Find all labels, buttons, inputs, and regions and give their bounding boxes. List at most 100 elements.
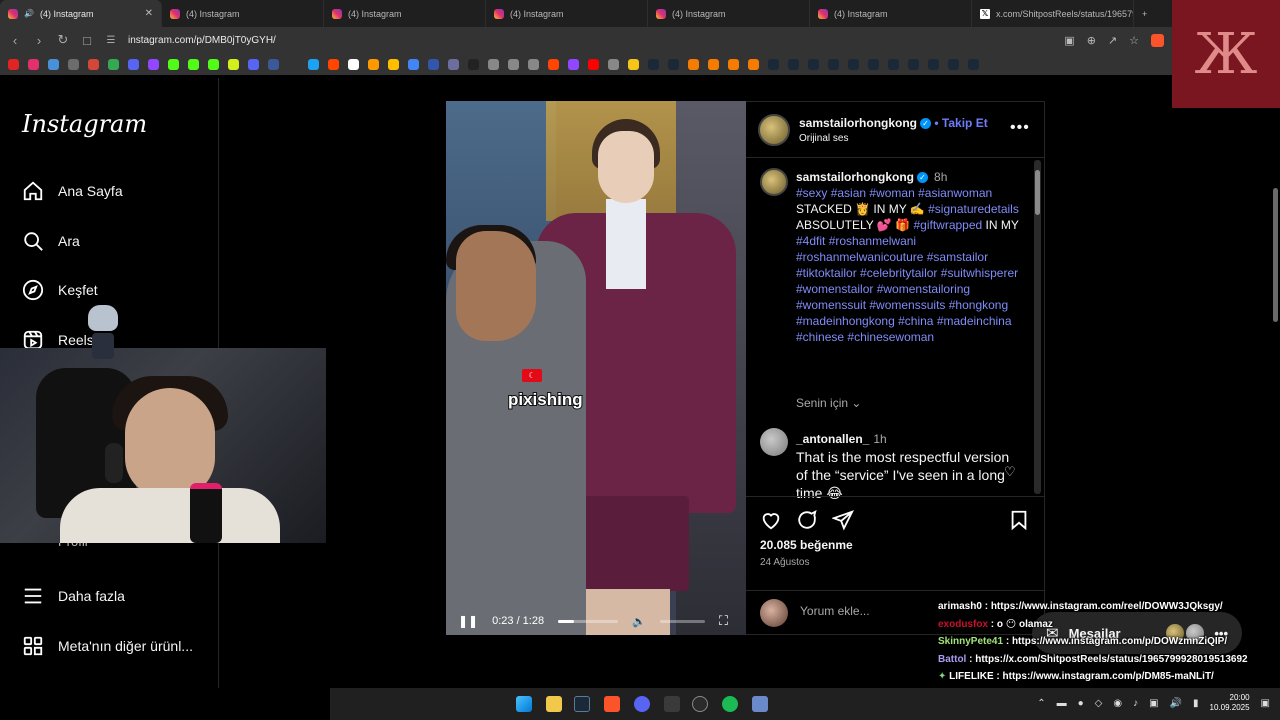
bookmark-favicon-icon[interactable] — [408, 58, 419, 70]
comment-like-icon[interactable]: ♡ — [1004, 464, 1016, 480]
commenter-avatar[interactable] — [760, 428, 788, 456]
nav-meta-products[interactable]: Meta'nın diğer ürünl... — [22, 635, 193, 657]
bookmark-favicon-icon[interactable] — [288, 58, 299, 70]
page-scrollbar[interactable] — [1272, 78, 1280, 323]
bookmark-favicon-icon[interactable] — [908, 58, 919, 70]
zoom-icon[interactable]: ⊕ — [1087, 34, 1096, 47]
bookmark-favicon-icon[interactable] — [768, 58, 779, 70]
spotify-icon[interactable] — [722, 696, 738, 712]
bookmark-favicon-icon[interactable] — [348, 58, 359, 70]
bookmark-favicon-icon[interactable] — [268, 58, 279, 70]
bookmark-favicon-icon[interactable] — [708, 58, 719, 70]
bookmark-favicon-icon[interactable] — [888, 58, 899, 70]
browser-tab[interactable]: 𝕏x.com/ShitpostReels/status/1965799 — [972, 0, 1134, 27]
bookmark-favicon-icon[interactable] — [188, 58, 199, 70]
bookmark-favicon-icon[interactable] — [248, 58, 259, 70]
tray-app-icon[interactable]: ● — [1078, 698, 1084, 709]
bookmark-favicon-icon[interactable] — [828, 58, 839, 70]
browser-tab[interactable]: (4) Instagram — [648, 0, 810, 27]
scrollbar-thumb[interactable] — [1035, 170, 1040, 215]
forward-icon[interactable]: › — [32, 33, 46, 48]
bookmark-favicon-icon[interactable] — [748, 58, 759, 70]
bookmark-favicon-icon[interactable] — [48, 58, 59, 70]
bookmark-favicon-icon[interactable] — [488, 58, 499, 70]
nav-search[interactable]: Ara — [22, 230, 80, 252]
chevron-up-icon[interactable]: ⌃ — [1037, 698, 1045, 709]
bookmark-favicon-icon[interactable] — [548, 58, 559, 70]
bookmark-favicon-icon[interactable] — [648, 58, 659, 70]
bookmark-favicon-icon[interactable] — [588, 58, 599, 70]
audio-label[interactable]: Orijinal ses — [799, 133, 848, 144]
caption-author[interactable]: samstailorhongkong — [796, 170, 914, 184]
nav-more[interactable]: Daha fazla — [22, 585, 125, 607]
bookmark-favicon-icon[interactable] — [468, 58, 479, 70]
bookmark-favicon-icon[interactable] — [788, 58, 799, 70]
nav-home[interactable]: Ana Sayfa — [22, 180, 123, 202]
bookmark-favicon-icon[interactable] — [448, 58, 459, 70]
bookmark-favicon-icon[interactable] — [968, 58, 979, 70]
add-comment-input[interactable]: Yorum ekle... — [800, 604, 870, 618]
more-options-icon[interactable]: ••• — [1010, 119, 1030, 137]
follow-button[interactable]: Takip Et — [942, 116, 988, 130]
tray-app-icon[interactable]: ▬ — [1057, 698, 1067, 709]
bookmark-favicon-icon[interactable] — [688, 58, 699, 70]
bookmark-favicon-icon[interactable] — [108, 58, 119, 70]
reload-icon[interactable]: ↻ — [56, 32, 70, 48]
bookmark-favicon-icon[interactable] — [388, 58, 399, 70]
save-icon[interactable] — [1008, 509, 1030, 531]
tray-app-icon[interactable]: ◉ — [1113, 698, 1122, 709]
bookmark-favicon-icon[interactable] — [848, 58, 859, 70]
close-tab-icon[interactable]: ✕ — [145, 8, 153, 19]
new-tab-button[interactable]: + — [1134, 0, 1154, 27]
bookmark-favicon-icon[interactable] — [628, 58, 639, 70]
post-video[interactable]: ☾ pixishing ❚❚ 0:23 / 1:28 🔈 ⛶ — [446, 101, 746, 635]
brave-icon[interactable] — [604, 696, 620, 712]
notifications-icon[interactable]: ▣ — [1261, 698, 1270, 709]
bookmark-favicon-icon[interactable] — [868, 58, 879, 70]
bookmark-favicon-icon[interactable] — [808, 58, 819, 70]
nav-explore[interactable]: Keşfet — [22, 279, 98, 301]
bookmark-favicon-icon[interactable] — [88, 58, 99, 70]
volume-icon[interactable]: 🔈 — [632, 615, 646, 628]
site-settings-icon[interactable]: ☰ — [104, 35, 118, 46]
bookmark-favicon-icon[interactable] — [508, 58, 519, 70]
file-explorer-icon[interactable] — [546, 696, 562, 712]
settings-app-icon[interactable] — [752, 696, 768, 712]
share-icon[interactable]: ↗ — [1108, 34, 1117, 47]
bookmark-favicon-icon[interactable] — [728, 58, 739, 70]
browser-tab[interactable]: (4) Instagram — [324, 0, 486, 27]
caption-avatar[interactable] — [760, 168, 788, 196]
comments-scrollbar[interactable] — [1034, 160, 1041, 494]
bookmark-favicon-icon[interactable] — [128, 58, 139, 70]
bookmark-favicon-icon[interactable] — [208, 58, 219, 70]
bookmark-favicon-icon[interactable] — [608, 58, 619, 70]
cast-icon[interactable]: ▣ — [1064, 34, 1074, 47]
network-icon[interactable]: ▣ — [1149, 698, 1158, 709]
bookmark-favicon-icon[interactable] — [68, 58, 79, 70]
volume-icon[interactable]: 🔊 — [1170, 698, 1182, 709]
clock[interactable]: 20:00 10.09.2025 — [1210, 693, 1250, 713]
bookmark-favicon-icon[interactable] — [928, 58, 939, 70]
pause-icon[interactable]: ❚❚ — [458, 614, 478, 628]
bookmark-favicon-icon[interactable] — [28, 58, 39, 70]
like-icon[interactable] — [760, 509, 782, 531]
brave-shields-icon[interactable] — [1151, 33, 1164, 47]
bookmark-favicon-icon[interactable] — [308, 58, 319, 70]
fullscreen-icon[interactable]: ⛶ — [719, 613, 728, 629]
author-username[interactable]: samstailorhongkong — [799, 116, 917, 130]
sort-comments[interactable]: Senin için ⌄ — [796, 396, 861, 410]
comment-icon[interactable] — [796, 509, 818, 531]
bookmark-favicon-icon[interactable] — [368, 58, 379, 70]
like-count[interactable]: 20.085 beğenme — [760, 538, 853, 552]
audio-playing-icon[interactable]: 🔊 — [24, 9, 34, 18]
bookmark-favicon-icon[interactable] — [528, 58, 539, 70]
bookmark-star-icon[interactable]: ☆ — [1129, 34, 1139, 47]
back-icon[interactable]: ‹ — [8, 33, 22, 48]
discord-icon[interactable] — [634, 696, 650, 712]
comment-user[interactable]: _antonallen_ — [796, 432, 869, 446]
bookmark-favicon-icon[interactable] — [148, 58, 159, 70]
bookmark-icon[interactable]: □ — [80, 33, 94, 48]
obs-icon[interactable] — [692, 696, 708, 712]
video-progress[interactable] — [558, 619, 619, 623]
bookmark-favicon-icon[interactable] — [428, 58, 439, 70]
